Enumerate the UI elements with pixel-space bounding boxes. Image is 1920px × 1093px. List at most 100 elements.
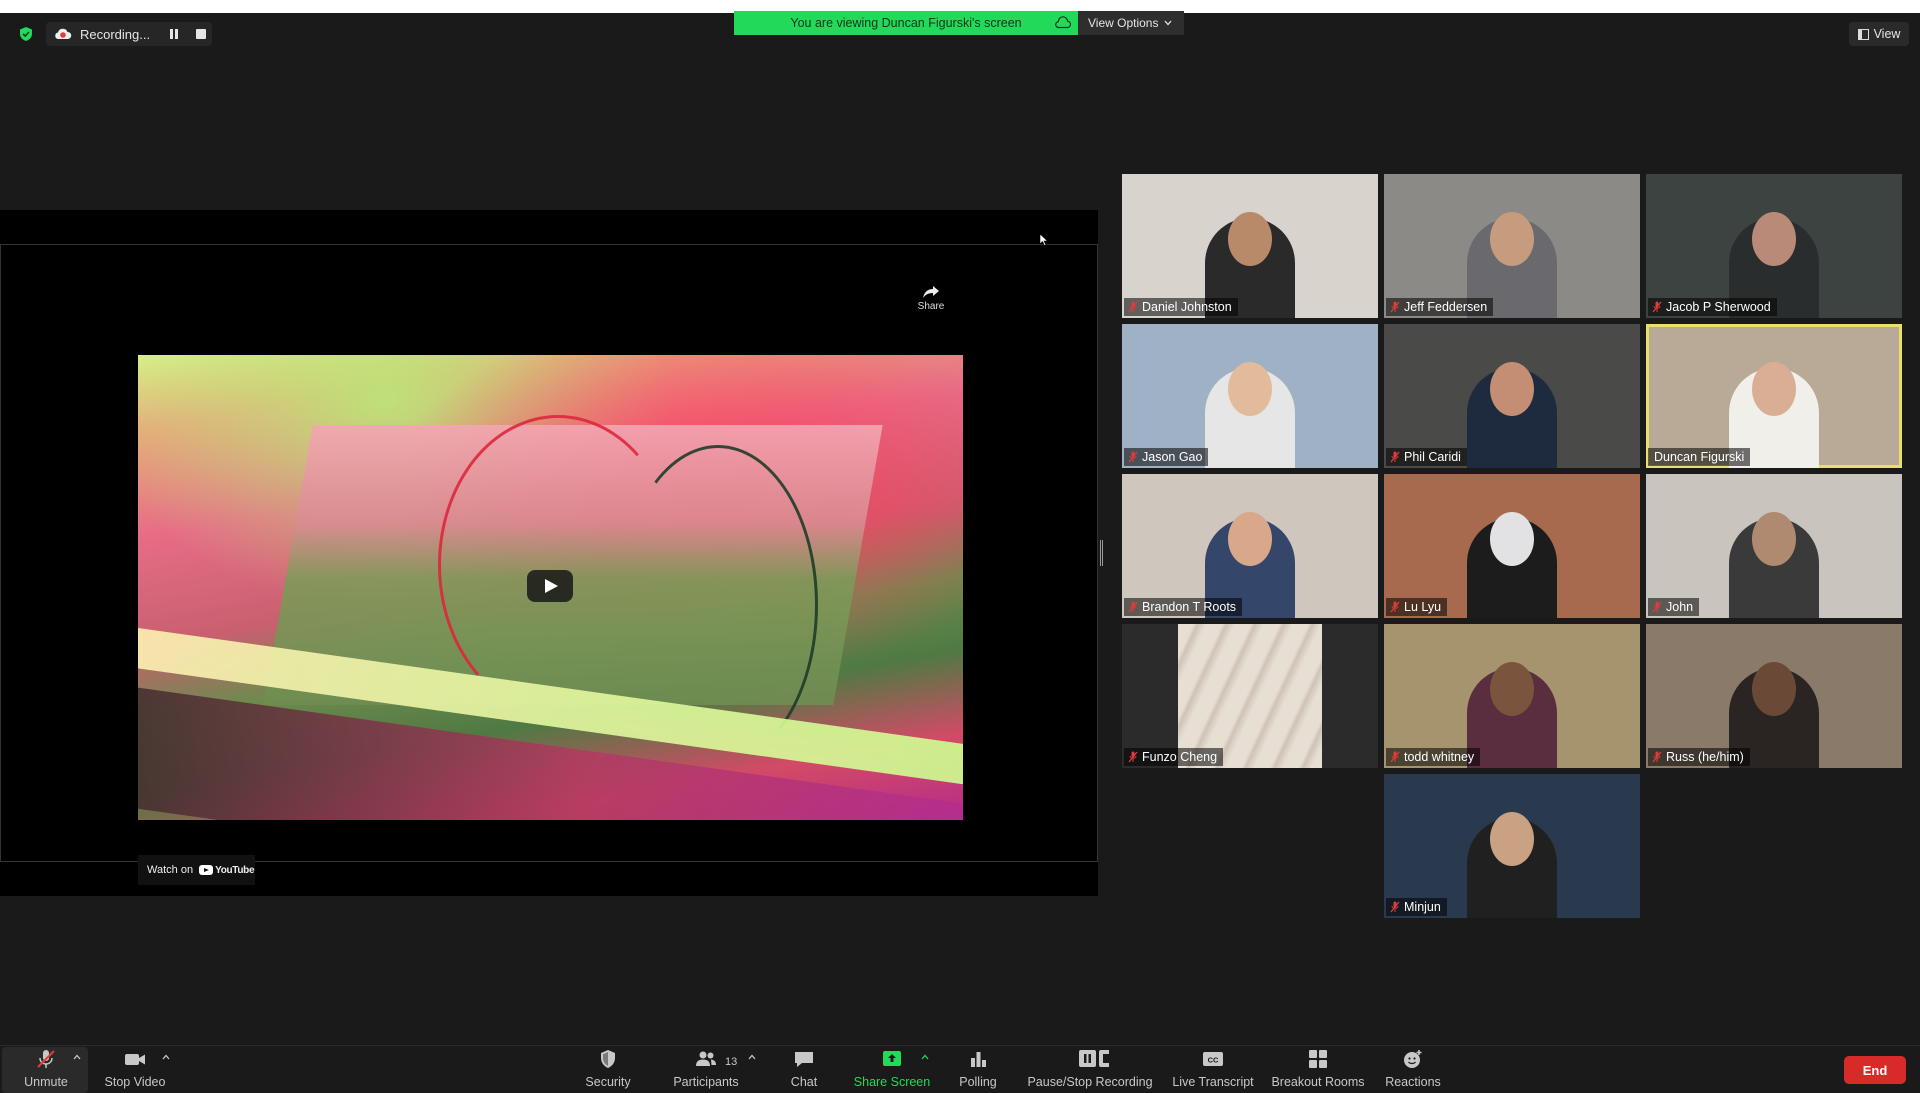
shared-screen: Share Watch on YouTube xyxy=(0,210,1098,896)
participant-name: Daniel Johnston xyxy=(1142,300,1232,314)
video-thumbnail[interactable] xyxy=(138,355,963,820)
participants-options-caret-icon[interactable] xyxy=(748,1054,756,1060)
gallery-view-icon xyxy=(1857,28,1869,40)
participant-head xyxy=(1490,662,1534,716)
participant-tile[interactable]: Phil Caridi xyxy=(1384,324,1640,468)
participant-name-label: Minjun xyxy=(1386,898,1447,916)
smiley-plus-icon xyxy=(1404,1050,1422,1068)
breakout-rooms-button[interactable]: Breakout Rooms xyxy=(1271,1046,1365,1093)
participant-name: Russ (he/him) xyxy=(1666,750,1744,764)
participant-name-label: Duncan Figurski xyxy=(1648,448,1751,466)
participant-name-label: Funzo Cheng xyxy=(1124,748,1224,766)
view-options-button[interactable]: View Options xyxy=(1078,11,1184,35)
view-button[interactable]: View xyxy=(1849,22,1909,46)
pause-stop-recording-button[interactable]: Pause/Stop Recording xyxy=(1027,1046,1153,1093)
unmute-label: Unmute xyxy=(24,1075,68,1089)
participant-name: Lu Lyu xyxy=(1404,600,1442,614)
security-shield-icon xyxy=(601,1050,615,1068)
participant-tile[interactable]: Russ (he/him) xyxy=(1646,624,1902,768)
participant-name: Jacob P Sherwood xyxy=(1666,300,1771,314)
pause-recording-icon[interactable] xyxy=(168,28,180,40)
polling-label: Polling xyxy=(959,1075,997,1089)
participant-name-label: John xyxy=(1648,598,1700,616)
microphone-muted-icon xyxy=(1652,751,1662,763)
participant-name: Jason Gao xyxy=(1142,450,1203,464)
share-screen-icon xyxy=(883,1051,901,1066)
audio-options-caret-icon[interactable] xyxy=(73,1054,81,1060)
svg-text:CC: CC xyxy=(1208,1056,1219,1065)
viewing-screen-banner: You are viewing Duncan Figurski's screen xyxy=(734,11,1078,35)
participant-tile[interactable]: Duncan Figurski xyxy=(1646,324,1902,468)
video-options-caret-icon[interactable] xyxy=(162,1054,170,1060)
youtube-share-button[interactable]: Share xyxy=(911,285,951,312)
stop-recording-icon[interactable] xyxy=(196,29,206,39)
chat-button[interactable]: Chat xyxy=(786,1046,822,1093)
participant-tile[interactable]: John xyxy=(1646,474,1902,618)
play-button[interactable] xyxy=(527,570,573,602)
microphone-muted-icon xyxy=(1128,751,1138,763)
participant-head xyxy=(1752,362,1796,416)
youtube-play-icon xyxy=(199,865,214,875)
participant-tile[interactable]: Daniel Johnston xyxy=(1122,174,1378,318)
participant-tile[interactable]: Minjun xyxy=(1384,774,1640,918)
security-button[interactable]: Security xyxy=(578,1046,638,1093)
participant-name-label: Jeff Feddersen xyxy=(1386,298,1494,316)
share-arrow-icon xyxy=(923,286,939,298)
participant-name-label: Phil Caridi xyxy=(1386,448,1467,466)
recording-indicator: Recording... xyxy=(46,22,212,46)
participant-tile[interactable]: todd whitney xyxy=(1384,624,1640,768)
microphone-muted-icon xyxy=(1652,301,1662,313)
participant-head xyxy=(1228,212,1272,266)
participants-button[interactable]: Participants xyxy=(668,1046,744,1093)
view-options-label: View Options xyxy=(1088,16,1159,30)
live-transcript-label: Live Transcript xyxy=(1172,1075,1254,1089)
participant-name: Funzo Cheng xyxy=(1142,750,1218,764)
participant-tile[interactable]: Brandon T Roots xyxy=(1122,474,1378,618)
participant-name: Minjun xyxy=(1404,900,1441,914)
participant-name-label: Brandon T Roots xyxy=(1124,598,1243,616)
participant-name: todd whitney xyxy=(1404,750,1475,764)
recording-label: Recording... xyxy=(80,26,151,42)
watch-on-youtube-link[interactable]: Watch on YouTube xyxy=(138,855,255,885)
unmute-button[interactable]: Unmute xyxy=(18,1046,74,1093)
microphone-muted-icon xyxy=(1390,601,1400,613)
stop-video-button[interactable]: Stop Video xyxy=(100,1046,170,1093)
participant-tile[interactable]: Lu Lyu xyxy=(1384,474,1640,618)
profile-picture xyxy=(1178,624,1322,768)
share-options-caret-icon[interactable] xyxy=(921,1054,929,1060)
youtube-share-label: Share xyxy=(917,301,945,312)
participant-name-label: Russ (he/him) xyxy=(1648,748,1750,766)
microphone-muted-icon xyxy=(1390,451,1400,463)
stop-video-label: Stop Video xyxy=(104,1075,166,1089)
participant-name-label: Lu Lyu xyxy=(1386,598,1448,616)
bar-chart-icon xyxy=(971,1052,986,1067)
participant-head xyxy=(1228,362,1272,416)
participant-head xyxy=(1752,212,1796,266)
share-screen-button[interactable]: Share Screen xyxy=(852,1046,932,1093)
polling-button[interactable]: Polling xyxy=(958,1046,998,1093)
participant-tile[interactable]: Jason Gao xyxy=(1122,324,1378,468)
pause-stop-recording-label: Pause/Stop Recording xyxy=(1027,1075,1153,1089)
participant-head xyxy=(1490,362,1534,416)
participants-label: Participants xyxy=(673,1075,739,1089)
participant-name-label: todd whitney xyxy=(1386,748,1481,766)
participant-head xyxy=(1490,512,1534,566)
participant-head xyxy=(1228,512,1272,566)
microphone-muted-icon xyxy=(1652,601,1662,613)
participant-tile[interactable]: Jeff Feddersen xyxy=(1384,174,1640,318)
cloud-recording-icon xyxy=(55,28,72,39)
microphone-muted-icon xyxy=(1128,451,1138,463)
participant-tile[interactable]: Jacob P Sherwood xyxy=(1646,174,1902,318)
mouse-cursor-icon xyxy=(1040,234,1048,246)
encryption-shield-icon[interactable] xyxy=(18,26,34,42)
participant-head xyxy=(1490,812,1534,866)
participants-count: 13 xyxy=(725,1056,738,1068)
reactions-button[interactable]: Reactions xyxy=(1384,1046,1442,1093)
live-transcript-button[interactable]: CC Live Transcript xyxy=(1170,1046,1256,1093)
end-meeting-button[interactable]: End xyxy=(1844,1056,1906,1084)
participant-tile[interactable]: Funzo Cheng xyxy=(1122,624,1378,768)
microphone-muted-icon xyxy=(1128,301,1138,313)
youtube-embed-frame: Share Watch on YouTube xyxy=(0,244,1098,885)
breakout-rooms-icon xyxy=(1309,1050,1327,1068)
panel-resize-handle[interactable] xyxy=(1100,540,1103,566)
